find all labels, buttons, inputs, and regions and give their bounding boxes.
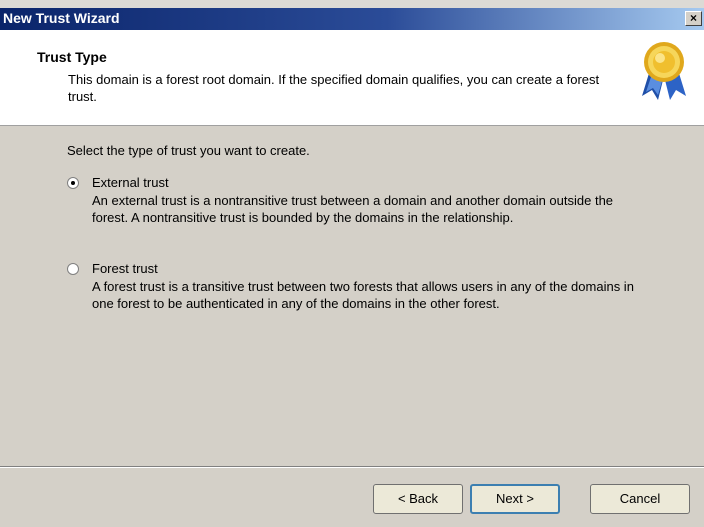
background-strip xyxy=(0,0,704,8)
close-icon: × xyxy=(689,11,697,25)
external-trust-radio[interactable] xyxy=(67,177,79,189)
wizard-content: Select the type of trust you want to cre… xyxy=(0,126,704,466)
next-button[interactable]: Next > xyxy=(470,484,560,514)
forest-trust-description: A forest trust is a transitive trust bet… xyxy=(92,279,634,311)
close-button[interactable]: × xyxy=(685,11,702,26)
cancel-button[interactable]: Cancel xyxy=(590,484,690,514)
title-bar[interactable]: New Trust Wizard × xyxy=(0,8,704,30)
window-title: New Trust Wizard xyxy=(3,10,120,26)
button-separator xyxy=(0,466,704,468)
external-trust-label[interactable]: External trust xyxy=(92,175,169,190)
trust-type-prompt: Select the type of trust you want to cre… xyxy=(67,143,310,158)
award-ribbon-icon xyxy=(642,42,686,100)
wizard-header: Trust Type This domain is a forest root … xyxy=(0,30,704,126)
page-description: This domain is a forest root domain. If … xyxy=(68,72,600,104)
forest-trust-radio[interactable] xyxy=(67,263,79,275)
back-button[interactable]: < Back xyxy=(373,484,463,514)
forest-trust-label[interactable]: Forest trust xyxy=(92,261,158,276)
page-title: Trust Type xyxy=(37,49,107,65)
external-trust-description: An external trust is a nontransitive tru… xyxy=(92,193,614,225)
